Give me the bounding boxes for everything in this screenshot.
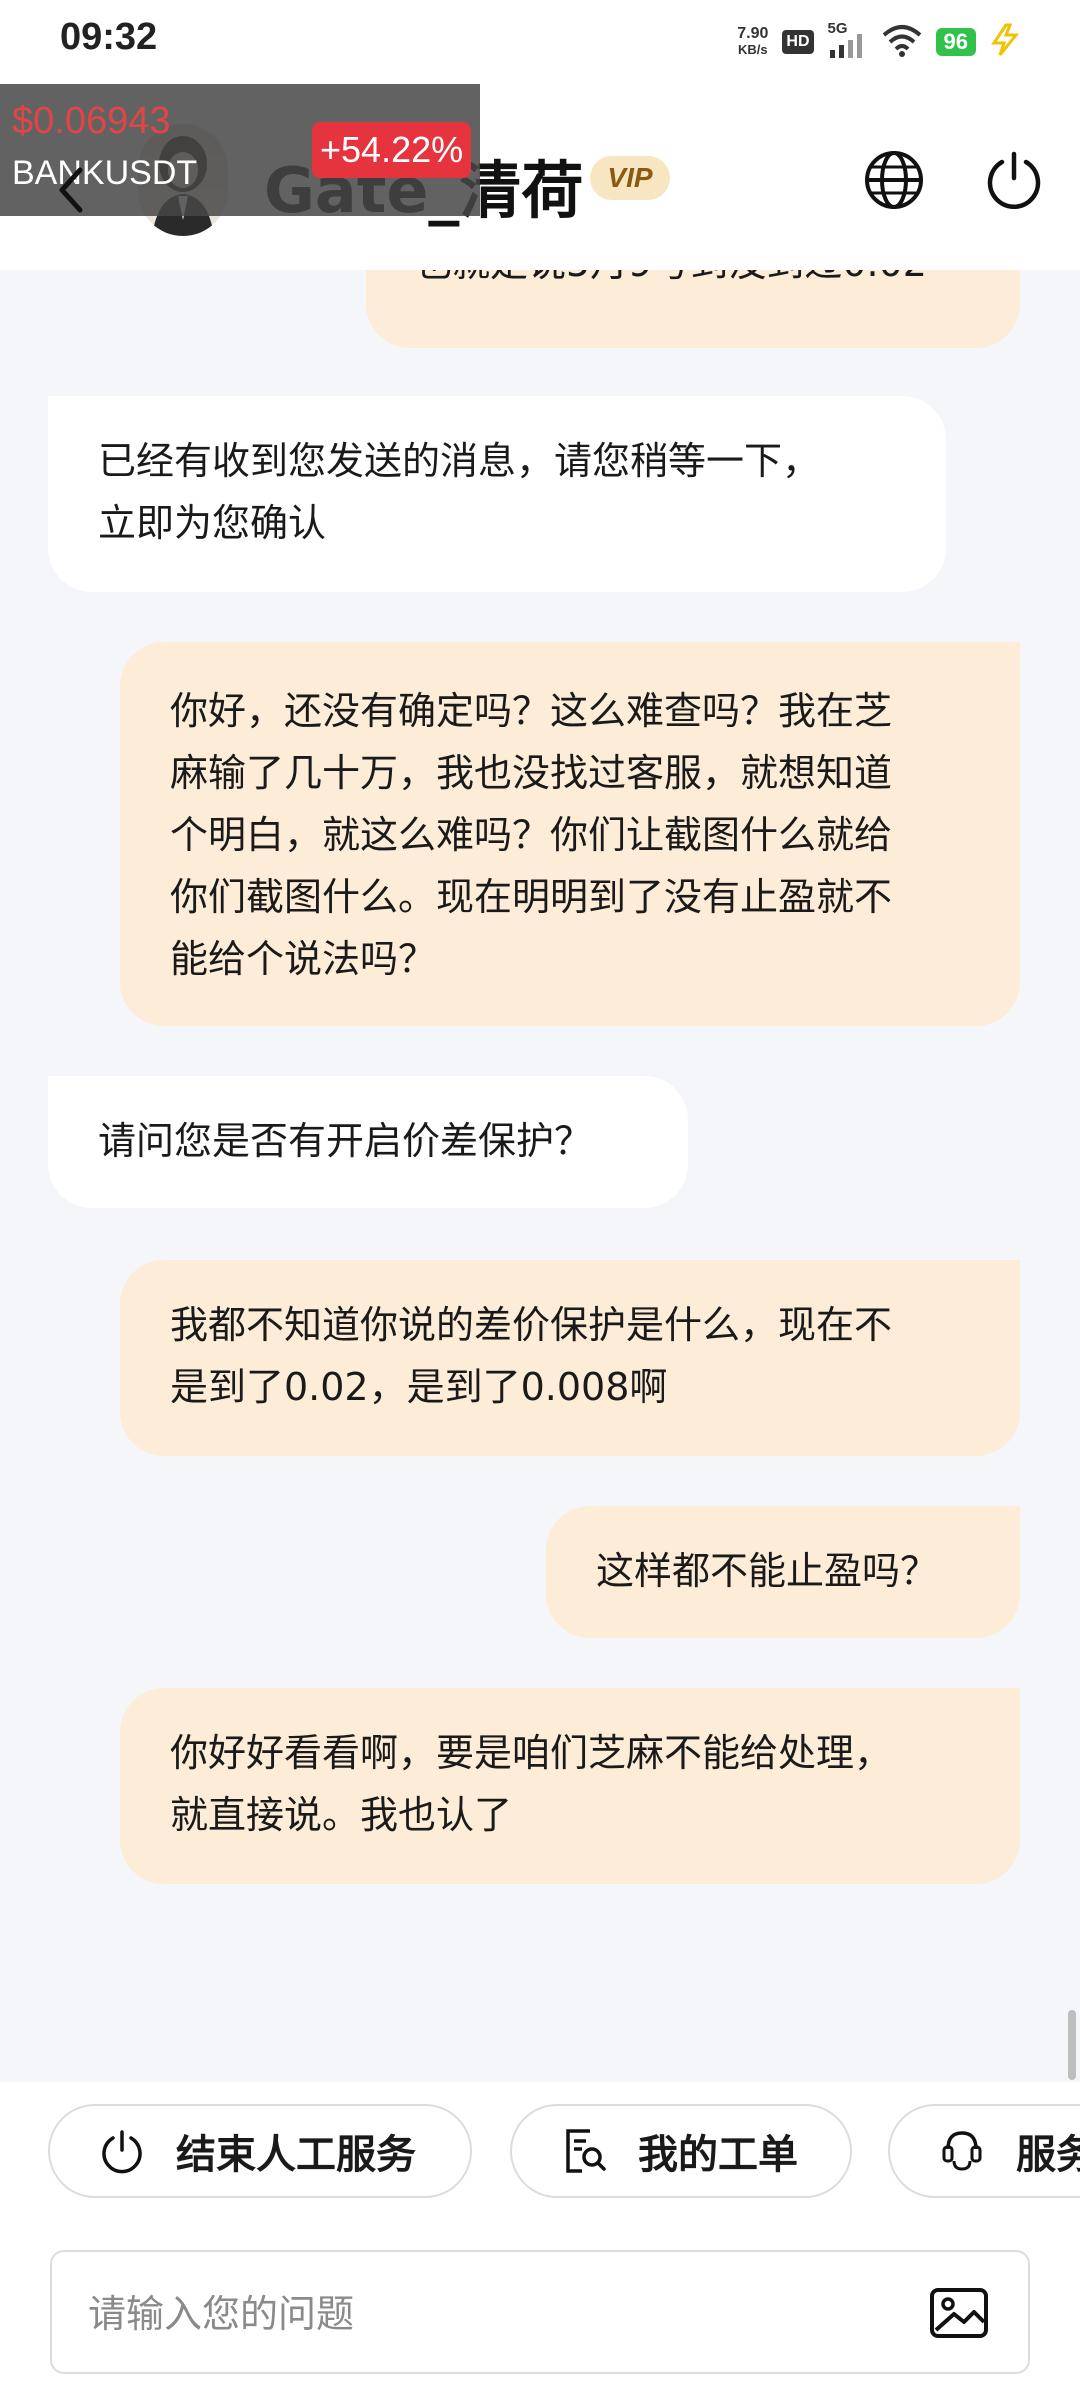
message-bubble-user: 你好好看看啊，要是咱们芝麻不能给处理， 就直接说。我也认了 — [120, 1688, 1020, 1884]
service-button[interactable]: 服务 — [888, 2104, 1080, 2198]
wifi-icon — [882, 23, 922, 61]
input-area — [0, 2222, 1080, 2400]
signal-icon: 5G — [828, 20, 868, 60]
message-input-box — [50, 2250, 1030, 2374]
scrollbar[interactable] — [1068, 2010, 1076, 2080]
net-speed: 7.90 KB/s — [737, 26, 768, 58]
service-label: 服务 — [1016, 2132, 1080, 2178]
message-bubble-agent: 已经有收到您发送的消息，请您稍等一下， 立即为您确认 — [48, 396, 946, 592]
my-tickets-button[interactable]: 我的工单 — [510, 2104, 852, 2198]
message-bubble-user: 也就是说5月9号到没到过0.02 — [366, 270, 1020, 348]
ticker-price: $0.06943 — [12, 100, 171, 142]
power-icon[interactable] — [982, 148, 1046, 212]
end-service-button[interactable]: 结束人工服务 — [48, 2104, 472, 2198]
net-speed-value: 7.90 — [737, 25, 769, 42]
message-input[interactable] — [88, 2282, 908, 2346]
back-icon[interactable] — [50, 160, 90, 220]
message-bubble-agent: 请问您是否有开启价差保护？ — [48, 1076, 688, 1208]
net-speed-unit: KB/s — [738, 42, 768, 57]
message-bubble-user: 我都不知道你说的差价保护是什么，现在不 是到了0.02，是到了0.008啊 — [120, 1260, 1020, 1456]
charging-icon — [990, 23, 1020, 61]
chat-messages: 也就是说5月9号到没到过0.02 已经有收到您发送的消息，请您稍等一下， 立即为… — [0, 270, 1080, 2080]
message-bubble-user: 你好，还没有确定吗？这么难查吗？我在芝 麻输了几十万，我也没找过客服，就想知道 … — [120, 642, 1020, 1026]
image-upload-icon[interactable] — [928, 2282, 990, 2344]
message-bubble-user: 这样都不能止盈吗？ — [546, 1506, 1020, 1638]
service-icon — [938, 2127, 986, 2175]
hd-icon: HD — [782, 30, 814, 54]
ticket-search-icon — [560, 2127, 608, 2175]
my-tickets-label: 我的工单 — [638, 2132, 798, 2178]
end-service-label: 结束人工服务 — [176, 2132, 416, 2178]
ticker-change-badge: +54.22% — [312, 122, 472, 178]
ticker-symbol: BANKUSDT — [12, 154, 198, 192]
quick-actions-bar: 结束人工服务 我的工单 服务 — [0, 2082, 1080, 2222]
status-icons: 7.90 KB/s HD 5G 96 — [737, 20, 1020, 64]
status-time: 09:32 — [60, 16, 158, 58]
battery-icon: 96 — [935, 28, 976, 56]
status-bar: 09:32 7.90 KB/s HD 5G 96 — [0, 0, 1080, 80]
vip-badge: VIP — [590, 156, 670, 200]
globe-icon[interactable] — [862, 148, 926, 212]
power-icon — [98, 2127, 146, 2175]
